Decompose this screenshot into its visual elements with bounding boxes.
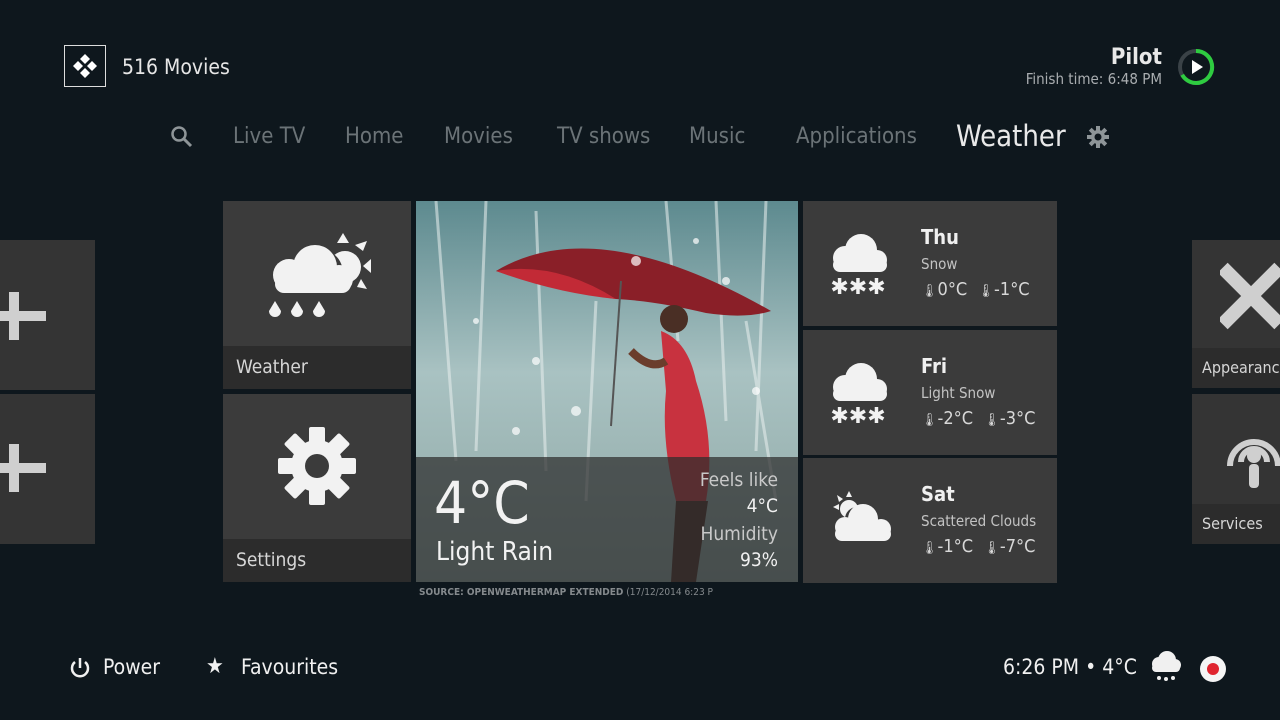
thermometer-icon: 🌡	[983, 541, 1000, 556]
feels-like-value: 4°C	[746, 495, 778, 517]
appearance-tile-label: Appearance	[1192, 348, 1280, 388]
favourites-button[interactable]: Favourites	[241, 655, 338, 679]
settings-gear-large-icon	[278, 427, 356, 505]
nav-item-home[interactable]: Home	[345, 124, 403, 149]
forecast-tile-fri[interactable]: ✱✱✱ Fri Light Snow 🌡-2°C 🌡-3°C	[803, 330, 1057, 455]
forecast-high: -2°C	[937, 408, 974, 429]
weather-tile[interactable]: Weather	[223, 201, 411, 389]
nav-item-music[interactable]: Music	[689, 124, 745, 149]
svg-text:✱✱✱: ✱✱✱	[830, 404, 885, 427]
forecast-tile-thu[interactable]: ✱✱✱ Thu Snow 🌡0°C 🌡-1°C	[803, 201, 1057, 326]
weather-source: SOURCE: OPENWEATHERMAP EXTENDED (17/12/2…	[419, 587, 713, 598]
forecast-condition: Light Snow	[921, 384, 996, 402]
power-icon[interactable]	[68, 656, 92, 684]
snow-icon: ✱✱✱	[830, 234, 887, 298]
nav-item-applications[interactable]: Applications	[796, 124, 917, 149]
humidity-label: Humidity	[700, 523, 778, 545]
settings-tile[interactable]: Settings	[223, 394, 411, 582]
kodi-logo	[64, 45, 106, 87]
star-icon[interactable]: ★	[206, 654, 224, 679]
add-tile-top[interactable]	[0, 240, 95, 390]
current-temperature: 4°C	[434, 469, 530, 537]
plus-icon	[0, 444, 46, 492]
forecast-low: -7°C	[999, 536, 1036, 557]
forecast-tile-sat[interactable]: Sat Scattered Clouds 🌡-1°C 🌡-7°C	[803, 458, 1057, 583]
forecast-low: -1°C	[994, 279, 1030, 300]
nav-item-live-tv[interactable]: Live TV	[233, 124, 305, 149]
forecast-day: Fri	[921, 354, 948, 378]
snow-icon: ✱✱✱	[830, 363, 887, 427]
scattered-clouds-icon	[833, 491, 891, 541]
plus-icon	[0, 292, 46, 340]
weather-tile-label: Weather	[223, 346, 411, 389]
services-tile-label: Services	[1192, 504, 1280, 544]
thermometer-icon: 🌡	[983, 413, 1000, 428]
now-playing-progress-play-icon[interactable]	[1176, 47, 1216, 87]
forecast-temps: 🌡-1°C 🌡-7°C	[921, 536, 1035, 557]
services-broadcast-icon	[1227, 439, 1280, 488]
feels-like-label: Feels like	[699, 469, 778, 491]
power-button[interactable]: Power	[103, 655, 160, 679]
forecast-temps: 🌡0°C 🌡-1°C	[921, 279, 1030, 300]
now-playing-finish-time: Finish time: 6:48 PM	[1025, 70, 1162, 88]
thermometer-icon: 🌡	[921, 413, 938, 428]
record-indicator-icon[interactable]	[1199, 655, 1227, 687]
forecast-day: Thu	[921, 225, 959, 249]
thermometer-icon: 🌡	[921, 541, 938, 556]
forecast-day: Sat	[921, 482, 955, 506]
rain-cloud-icon	[1148, 651, 1184, 687]
current-weather-overlay: 4°C Light Rain Feels like 4°C Humidity 9…	[416, 457, 798, 582]
weather-source-provider: SOURCE: OPENWEATHERMAP EXTENDED	[419, 587, 624, 598]
nav-item-movies[interactable]: Movies	[444, 124, 513, 149]
weather-source-timestamp: (17/12/2014 6:23 P	[623, 587, 713, 598]
clock-temperature-status: 6:26 PM • 4°C	[1003, 655, 1137, 679]
now-playing-title: Pilot	[1110, 45, 1162, 70]
nav-item-weather[interactable]: Weather	[956, 119, 1066, 153]
appearance-pencil-ruler-icon	[1220, 262, 1280, 330]
search-icon[interactable]	[170, 125, 194, 149]
forecast-condition: Scattered Clouds	[921, 512, 1037, 530]
current-weather-panel[interactable]: 4°C Light Rain Feels like 4°C Humidity 9…	[416, 201, 798, 582]
rain-sun-cloud-icon	[269, 233, 371, 317]
humidity-value: 93%	[740, 549, 778, 571]
services-tile[interactable]: Services	[1192, 394, 1280, 544]
svg-text:✱✱✱: ✱✱✱	[830, 275, 885, 298]
add-tile-bottom[interactable]	[0, 394, 95, 544]
forecast-high: 0°C	[937, 279, 968, 300]
appearance-tile[interactable]: Appearance	[1192, 240, 1280, 388]
app-title: 516 Movies	[122, 55, 230, 79]
settings-tile-label: Settings	[223, 539, 411, 582]
current-condition: Light Rain	[436, 537, 554, 567]
thermometer-icon: 🌡	[921, 284, 938, 299]
forecast-low: -3°C	[999, 408, 1036, 429]
forecast-temps: 🌡-2°C 🌡-3°C	[921, 408, 1035, 429]
thermometer-icon: 🌡	[977, 284, 995, 299]
forecast-condition: Snow	[921, 255, 958, 273]
forecast-high: -1°C	[937, 536, 974, 557]
settings-gear-icon[interactable]	[1086, 125, 1110, 149]
nav-item-tv-shows[interactable]: TV shows	[557, 124, 650, 149]
